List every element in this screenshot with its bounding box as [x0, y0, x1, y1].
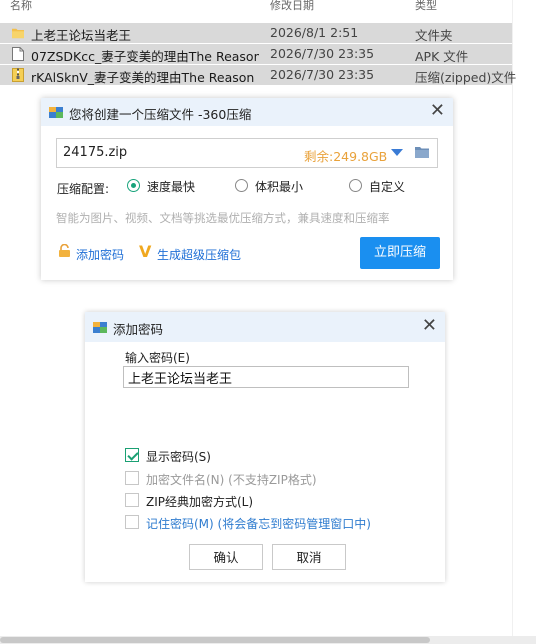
- archive-app-icon: [93, 322, 107, 333]
- config-label: 压缩配置:: [57, 182, 110, 196]
- file-name: 07ZSDKcc_妻子变美的理由The Reason...: [31, 49, 259, 64]
- free-space: 剩余:249.8GB: [304, 149, 388, 164]
- chevron-down-icon[interactable]: [391, 149, 403, 156]
- checkbox-label: 显示密码(S): [146, 450, 211, 464]
- password-label: 输入密码(E): [125, 351, 190, 365]
- zip-icon: [12, 68, 24, 82]
- file-row[interactable]: 07ZSDKcc_妻子变美的理由The Reason... 2026/7/30 …: [0, 44, 512, 64]
- vip-icon: V: [139, 242, 152, 261]
- archive-path-input[interactable]: 24175.zip 剩余:249.8GB: [56, 138, 438, 168]
- compress-now-button[interactable]: 立即压缩: [360, 237, 440, 269]
- compress-hint: 智能为图片、视频、文档等挑选最优压缩方式，兼具速度和压缩率: [56, 211, 390, 225]
- radio-circle[interactable]: [235, 179, 248, 192]
- ok-button[interactable]: 确认: [189, 544, 263, 570]
- password-dialog-title: 添加密码: [113, 322, 164, 337]
- column-type[interactable]: 类型: [415, 0, 437, 13]
- checkbox-box[interactable]: [125, 515, 139, 529]
- file-name: 上老王论坛当老王: [31, 28, 132, 43]
- radio-label: 自定义: [369, 180, 406, 194]
- file-list: 上老王论坛当老王 2026/8/1 2:51 文件夹 07ZSDKcc_妻子变美…: [0, 23, 516, 86]
- folder-browse-icon[interactable]: [415, 146, 429, 159]
- file-type: 文件夹: [415, 28, 453, 43]
- file-icon: [12, 47, 24, 61]
- file-type: APK 文件: [415, 49, 469, 64]
- compress-dialog-title: 您将创建一个压缩文件 -360压缩: [69, 107, 252, 122]
- file-date: 2026/8/1 2:51: [270, 25, 359, 40]
- checkbox-label: ZIP经典加密方式(L): [146, 495, 254, 509]
- folder-icon: [12, 28, 24, 39]
- add-password-label: 添加密码: [76, 248, 125, 262]
- checkbox-box[interactable]: [125, 448, 139, 462]
- radio-circle[interactable]: [349, 179, 362, 192]
- lock-icon: [59, 244, 70, 257]
- archive-app-icon: [49, 107, 63, 118]
- checkbox-box[interactable]: [125, 493, 139, 507]
- checkbox-box[interactable]: [125, 471, 139, 485]
- checkbox-label: 加密文件名(N) (不支持ZIP格式): [146, 473, 317, 487]
- close-icon[interactable]: ✕: [430, 100, 445, 121]
- archive-filename[interactable]: 24175.zip: [63, 145, 127, 160]
- compress-dialog-titlebar[interactable]: 您将创建一个压缩文件 -360压缩 ✕: [41, 98, 453, 126]
- password-dialog-titlebar[interactable]: 添加密码 ✕: [85, 312, 445, 342]
- file-date: 2026/7/30 23:35: [270, 67, 375, 82]
- file-list-header: 名称 修改日期 类型: [0, 0, 536, 12]
- file-date: 2026/7/30 23:35: [270, 46, 375, 61]
- cancel-button[interactable]: 取消: [272, 544, 346, 570]
- add-password-dialog: 添加密码 ✕ 输入密码(E) 显示密码(S) 加密文件名(N) (不支持ZIP格…: [85, 312, 445, 582]
- scrollbar-thumb[interactable]: [0, 637, 430, 643]
- radio-circle[interactable]: [127, 179, 140, 192]
- file-type: 压缩(zipped)文件: [415, 70, 517, 85]
- radio-label: 体积最小: [255, 180, 304, 194]
- super-pack-label: 生成超级压缩包: [157, 248, 242, 262]
- compress-dialog: 您将创建一个压缩文件 -360压缩 ✕ 24175.zip 剩余:249.8GB…: [41, 98, 453, 280]
- password-input[interactable]: [123, 366, 409, 388]
- radio-label: 速度最快: [147, 180, 196, 194]
- close-icon[interactable]: ✕: [422, 315, 437, 336]
- file-name: rKAlSknV_妻子变美的理由The Reason ...: [31, 70, 259, 85]
- column-date[interactable]: 修改日期: [270, 0, 314, 13]
- checkbox-label: 记住密码(M) (将会备忘到密码管理窗口中): [146, 517, 371, 531]
- file-row[interactable]: 上老王论坛当老王 2026/8/1 2:51 文件夹: [0, 23, 512, 43]
- file-row[interactable]: rKAlSknV_妻子变美的理由The Reason ... 2026/7/30…: [0, 65, 516, 85]
- window-edge: [512, 0, 513, 644]
- column-name[interactable]: 名称: [10, 0, 32, 13]
